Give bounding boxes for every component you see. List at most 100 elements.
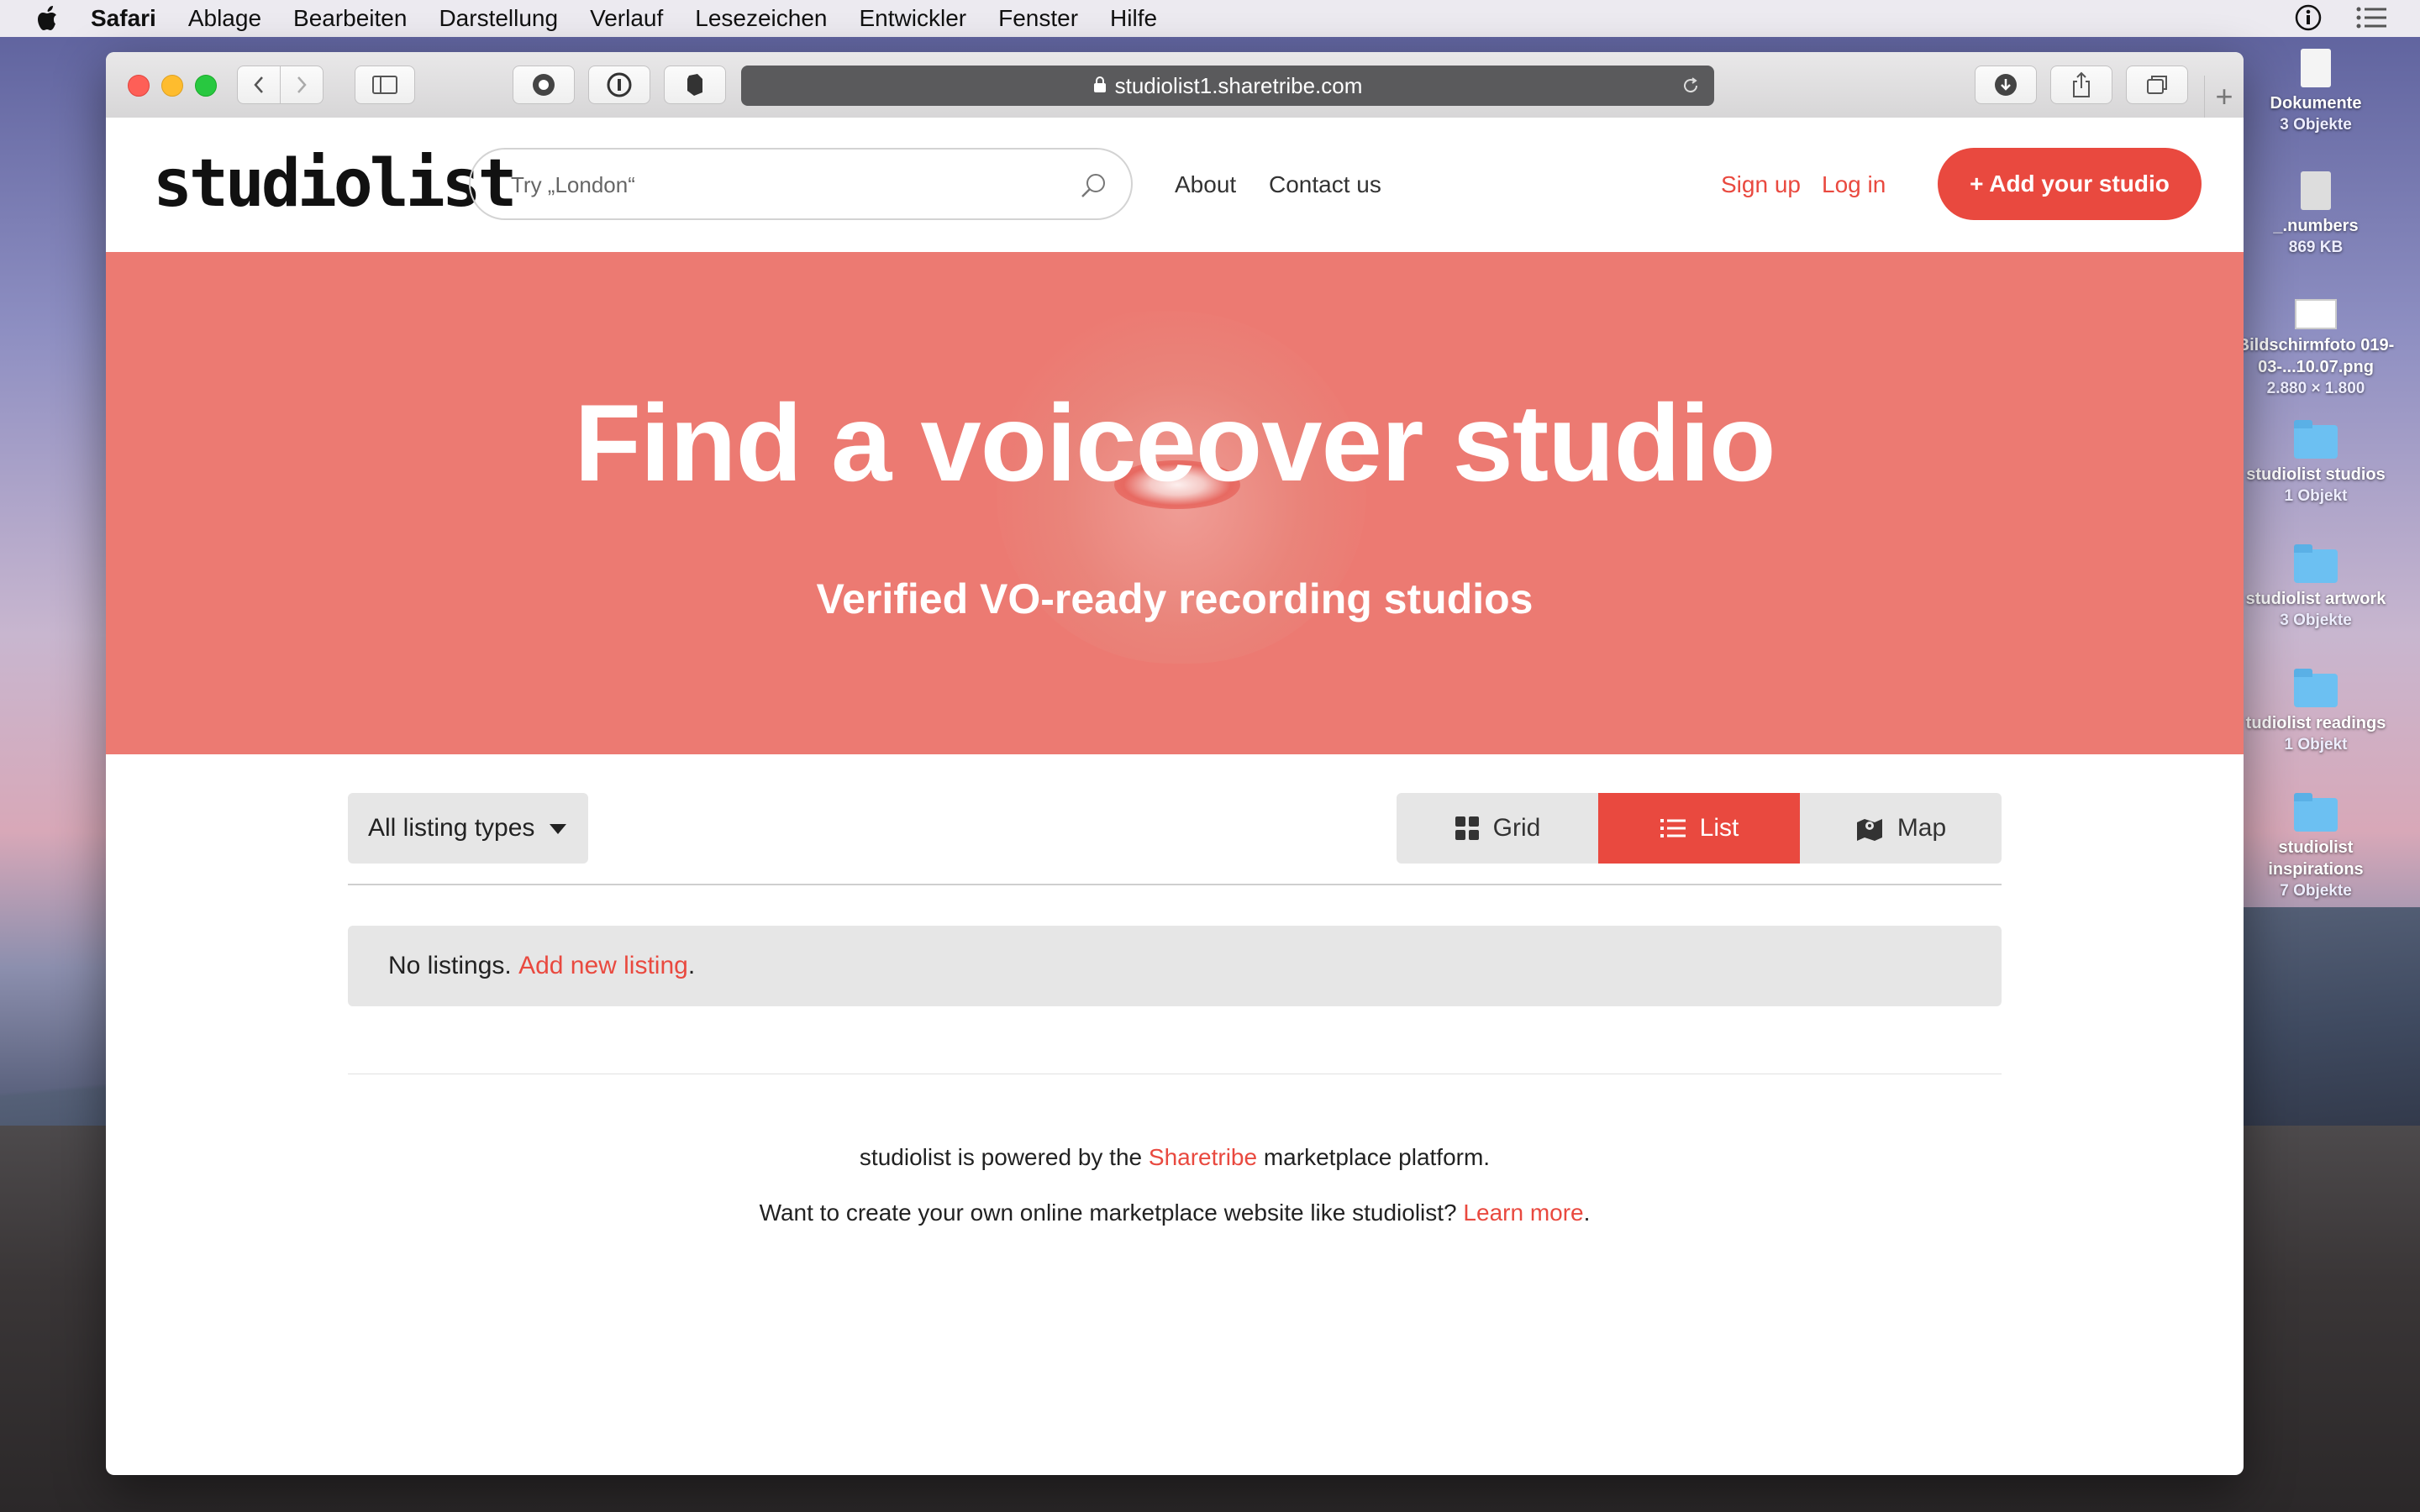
- menu-lesezeichen[interactable]: Lesezeichen: [695, 5, 827, 32]
- onepassword-icon: [607, 72, 632, 97]
- no-listings-text: No listings.: [388, 952, 512, 979]
- desktop-icon-sub: 3 Objekte: [2280, 116, 2352, 134]
- evernote-extension-button[interactable]: [664, 66, 726, 104]
- nav-about-link[interactable]: About: [1175, 171, 1236, 198]
- info-status-icon[interactable]: [2294, 3, 2323, 38]
- share-icon: [2073, 71, 2090, 97]
- menu-verlauf[interactable]: Verlauf: [590, 5, 663, 32]
- map-icon: [1856, 819, 1882, 841]
- menu-darstellung[interactable]: Darstellung: [439, 5, 558, 32]
- view-map-button[interactable]: Map: [1800, 793, 2002, 864]
- desktop-icon-sub: 7 Objekte: [2280, 882, 2352, 900]
- no-listings-period: .: [687, 952, 696, 979]
- hero-subtitle: Verified VO-ready recording studios: [816, 575, 1534, 622]
- desktop-icon-dokumente[interactable]: Dokumente 3 Objekte: [2232, 49, 2400, 136]
- password-extension-button[interactable]: [588, 66, 650, 104]
- chevron-left-icon: [254, 76, 263, 93]
- menu-bearbeiten[interactable]: Bearbeiten: [293, 5, 407, 32]
- address-bar[interactable]: studiolist1.sharetribe.com: [741, 66, 1714, 106]
- search-bar[interactable]: [469, 148, 1133, 220]
- site-logo[interactable]: studiolist: [153, 146, 518, 222]
- folder-icon: [2294, 669, 2338, 707]
- menu-app-safari[interactable]: Safari: [91, 5, 156, 32]
- learn-period: .: [1583, 1200, 1591, 1226]
- browser-toolbar: studiolist1.sharetribe.com +: [106, 52, 2244, 118]
- filters-divider: [348, 884, 2002, 885]
- folder-icon: [2294, 420, 2338, 459]
- mac-menu-bar: Safari Ablage Bearbeiten Darstellung Ver…: [0, 0, 2420, 37]
- list-icon: [1660, 819, 1686, 837]
- desktop-icon-label: tudiolist readings: [2245, 714, 2386, 732]
- hero-banner: Find a voiceover studio Verified VO-read…: [106, 252, 2244, 754]
- desktop-icon-label: studiolist studios: [2246, 465, 2386, 484]
- close-window-button[interactable]: [128, 75, 150, 97]
- caret-down-icon: [548, 814, 568, 843]
- desktop-icon-sub: 2.880 × 1.800: [2266, 380, 2365, 397]
- sidebar-toggle-button[interactable]: [355, 66, 415, 104]
- chevron-right-icon: [297, 76, 307, 93]
- desktop-icon-studios-folder[interactable]: studiolist studios 1 Objekt: [2232, 420, 2400, 507]
- menu-ablage[interactable]: Ablage: [188, 5, 261, 32]
- share-button[interactable]: [2050, 66, 2112, 104]
- apple-menu-icon[interactable]: [34, 3, 64, 34]
- desktop-icon-label: _.numbers: [2273, 217, 2359, 235]
- lock-icon: [1093, 73, 1107, 99]
- add-new-listing-link[interactable]: Add new listing: [518, 952, 688, 980]
- desktop-icon-sub: 1 Objekt: [2284, 736, 2348, 753]
- reload-icon[interactable]: [1681, 76, 1701, 102]
- camera-extension-icon: [533, 74, 555, 96]
- notification-center-icon[interactable]: [2356, 6, 2386, 35]
- desktop-icon-screenshot[interactable]: Bildschirmfoto 019-03-...10.07.png 2.880…: [2232, 299, 2400, 400]
- back-button[interactable]: [237, 66, 281, 104]
- minimize-window-button[interactable]: [161, 75, 183, 97]
- footer-powered-by: studiolist is powered by the Sharetribe …: [106, 1144, 2244, 1171]
- folder-icon: [2294, 544, 2338, 583]
- nav-contact-link[interactable]: Contact us: [1269, 171, 1381, 198]
- desktop-icon-label: studiolist artwork: [2245, 590, 2386, 608]
- learn-more-link[interactable]: Learn more: [1463, 1200, 1583, 1226]
- grid-label: Grid: [1492, 814, 1541, 842]
- download-icon: [1995, 74, 2017, 96]
- view-list-button[interactable]: List: [1598, 793, 1800, 864]
- menu-hilfe[interactable]: Hilfe: [1110, 5, 1157, 32]
- forward-button[interactable]: [280, 66, 324, 104]
- numbers-file-icon: [2301, 171, 2331, 210]
- view-toggle: Grid List Map: [1397, 793, 2002, 864]
- plus-icon: +: [2215, 79, 2233, 113]
- empty-listings-panel: No listings. Add new listing.: [348, 926, 2002, 1006]
- powered-suffix: marketplace platform.: [1263, 1144, 1491, 1170]
- search-input[interactable]: [509, 165, 1050, 205]
- tabs-icon: [2147, 76, 2167, 94]
- hero-title: Find a voiceover studio: [574, 381, 1776, 504]
- desktop-icon-sub: 3 Objekte: [2280, 612, 2352, 629]
- powered-prefix: studiolist is powered by the: [859, 1144, 1143, 1170]
- new-tab-button[interactable]: +: [2204, 76, 2244, 118]
- menu-entwickler[interactable]: Entwickler: [860, 5, 967, 32]
- desktop-icon-readings-folder[interactable]: tudiolist readings 1 Objekt: [2232, 669, 2400, 756]
- menu-fenster[interactable]: Fenster: [998, 5, 1078, 32]
- desktop-icon-label: Bildschirmfoto 019-03-...10.07.png: [2237, 336, 2395, 376]
- desktop-icon-sub: 869 KB: [2288, 239, 2344, 256]
- site-header: studiolist About Contact us Sign up Log …: [106, 118, 2244, 252]
- evernote-icon: [687, 74, 702, 96]
- search-icon[interactable]: [1079, 171, 1107, 204]
- tabs-overview-button[interactable]: [2126, 66, 2188, 104]
- extension-button-1[interactable]: [513, 66, 575, 104]
- sharetribe-link[interactable]: Sharetribe: [1149, 1144, 1257, 1170]
- zoom-window-button[interactable]: [195, 75, 217, 97]
- listing-type-label: All listing types: [368, 814, 535, 842]
- desktop-icon-numbers[interactable]: _.numbers 869 KB: [2232, 171, 2400, 259]
- signup-link[interactable]: Sign up: [1721, 171, 1801, 198]
- desktop-icon-artwork-folder[interactable]: studiolist artwork 3 Objekte: [2232, 544, 2400, 632]
- desktop-icon-label: studiolist inspirations: [2268, 838, 2364, 879]
- login-link[interactable]: Log in: [1822, 171, 1886, 198]
- desktop-icon-sub: 1 Objekt: [2284, 487, 2348, 505]
- image-file-icon: [2295, 299, 2337, 329]
- add-studio-button[interactable]: + Add your studio: [1938, 148, 2202, 220]
- footer-marketplace-promo: Want to create your own online marketpla…: [106, 1200, 2244, 1226]
- view-grid-button[interactable]: Grid: [1397, 793, 1598, 864]
- downloads-button[interactable]: [1975, 66, 2037, 104]
- safari-window: studiolist1.sharetribe.com + studiolist …: [106, 52, 2244, 1475]
- desktop-icon-inspirations-folder[interactable]: studiolist inspirations 7 Objekte: [2232, 793, 2400, 902]
- listing-type-dropdown[interactable]: All listing types: [348, 793, 588, 864]
